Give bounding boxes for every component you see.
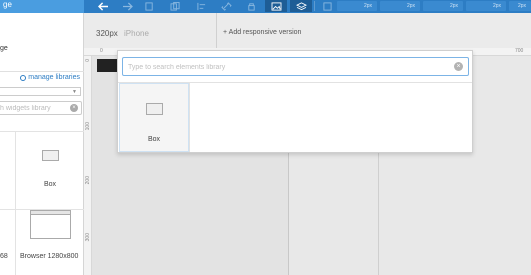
ruler-label: 200 — [85, 176, 91, 185]
library-select[interactable]: ▼ — [0, 87, 81, 96]
link-button[interactable] — [215, 0, 237, 12]
grid-icon — [322, 1, 332, 11]
top-toolbar: ge 2px 2px 2px 2px 2px — [0, 0, 531, 13]
ruler-label: 700 — [515, 48, 524, 54]
breakpoint-size[interactable]: 320px — [96, 29, 118, 38]
widgets-search-input[interactable] — [0, 102, 68, 114]
left-ruler: 0 100 200 300 — [84, 56, 92, 275]
browser-widget-icon[interactable] — [30, 210, 71, 239]
gear-icon — [20, 74, 27, 81]
project-title-tab[interactable]: ge — [0, 0, 84, 13]
elements-search-popover: × Box — [117, 50, 473, 153]
manage-libraries-label: manage libraries — [28, 74, 80, 81]
link-icon — [220, 1, 232, 11]
align-button[interactable] — [190, 0, 212, 12]
popover-divider — [189, 83, 190, 152]
align-icon — [196, 2, 205, 10]
box-widget-icon[interactable] — [42, 150, 59, 161]
ruler-label: 0 — [85, 59, 91, 62]
redo-button[interactable] — [116, 0, 138, 12]
undo-icon — [97, 1, 108, 11]
height-field[interactable]: 2px — [466, 1, 506, 11]
ruler-label: 0 — [100, 48, 103, 54]
clear-search-icon[interactable]: × — [70, 104, 78, 112]
box-element-icon — [146, 103, 163, 115]
elements-search-box: × — [122, 57, 469, 76]
widgets-sidebar: ge manage libraries ▼ × Box Browser 1280… — [0, 13, 84, 275]
browser-widget-label: Browser 1280x800 — [20, 253, 79, 260]
element-result-label: Box — [147, 136, 161, 143]
width-field[interactable]: 2px — [423, 1, 463, 11]
add-responsive-version-button[interactable]: + Add responsive version — [223, 29, 301, 36]
undo-button[interactable] — [92, 0, 114, 12]
rotation-field[interactable]: 2px — [509, 1, 531, 11]
lock-icon — [247, 2, 255, 11]
canvas-dark-element[interactable] — [97, 59, 119, 72]
sidebar-divider — [0, 71, 84, 72]
image-button[interactable] — [265, 0, 287, 12]
lock-button[interactable] — [240, 0, 262, 12]
sidebar-section-label: ge — [0, 45, 8, 52]
cut-icon — [144, 1, 153, 11]
layers-icon — [295, 1, 307, 10]
breakpoint-device[interactable]: iPhone — [124, 29, 149, 38]
element-result-box[interactable]: Box — [119, 83, 189, 152]
grid-button[interactable] — [316, 0, 338, 12]
redo-icon — [122, 1, 133, 11]
cut-button[interactable] — [138, 0, 160, 12]
widgets-search-box: × — [0, 101, 82, 115]
image-icon — [271, 1, 281, 11]
box-widget-label: Box — [44, 181, 57, 188]
breakpoint-bar: 320px iPhone + Add responsive version — [84, 13, 531, 48]
toolbar-separator — [314, 1, 315, 11]
widget-label-partial: 68 — [0, 253, 8, 260]
widget-grid-divider — [15, 131, 16, 275]
elements-search-input[interactable] — [128, 61, 448, 73]
position-y-field[interactable]: 2px — [380, 1, 420, 11]
ruler-label: 100 — [85, 122, 91, 131]
copy-button[interactable] — [164, 0, 186, 12]
position-x-field[interactable]: 2px — [337, 1, 377, 11]
chevron-down-icon: ▼ — [72, 89, 77, 95]
clear-search-icon[interactable]: × — [454, 62, 463, 71]
ruler-label: 300 — [85, 233, 91, 242]
layers-button[interactable] — [290, 0, 312, 12]
widget-grid-divider — [0, 131, 84, 132]
copy-icon — [170, 1, 180, 11]
breakpoint-divider — [216, 13, 217, 48]
manage-libraries-link[interactable]: manage libraries — [20, 74, 80, 81]
